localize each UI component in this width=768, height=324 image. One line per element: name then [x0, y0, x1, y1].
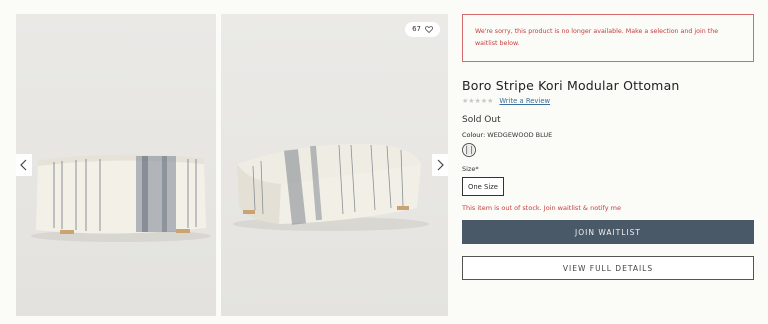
- colour-swatch-wedgewood-blue[interactable]: [462, 143, 476, 157]
- heart-icon: [425, 26, 433, 33]
- favorite-count: 67: [412, 25, 421, 33]
- favorite-badge[interactable]: 67: [405, 22, 440, 37]
- colour-row: Colour: WEDGEWOOD BLUE: [462, 131, 754, 139]
- out-of-stock-message: This item is out of stock. Join waitlist…: [462, 204, 621, 212]
- rating-row: ★★★★★ Write a Review: [462, 96, 754, 106]
- next-image-button[interactable]: [432, 154, 448, 176]
- previous-image-button[interactable]: [16, 154, 32, 176]
- rating-stars: ★★★★★: [462, 97, 494, 105]
- colour-label: Colour:: [462, 131, 486, 139]
- swatch-pattern: [464, 145, 474, 155]
- ottoman-front-image: [16, 14, 216, 316]
- join-waitlist-button[interactable]: JOIN WAITLIST: [462, 220, 754, 244]
- product-image-front[interactable]: [16, 14, 216, 316]
- product-title: Boro Stripe Kori Modular Ottoman: [462, 78, 680, 93]
- stock-status: Sold Out: [462, 115, 501, 125]
- product-image-angle[interactable]: 67: [221, 14, 448, 316]
- unavailable-notice: We're sorry, this product is no longer a…: [462, 14, 754, 62]
- chevron-left-icon: [20, 159, 27, 171]
- chevron-right-icon: [437, 159, 444, 171]
- size-label: Size*: [462, 165, 479, 173]
- product-gallery: 67: [16, 14, 448, 316]
- write-review-link[interactable]: Write a Review: [499, 97, 550, 105]
- colour-value: WEDGEWOOD BLUE: [487, 131, 553, 139]
- view-full-details-button[interactable]: VIEW FULL DETAILS: [462, 256, 754, 280]
- ottoman-angle-image: [221, 14, 448, 316]
- size-option-one-size[interactable]: One Size: [462, 177, 504, 196]
- product-details-panel: We're sorry, this product is no longer a…: [462, 14, 754, 280]
- unavailable-notice-text: We're sorry, this product is no longer a…: [475, 28, 719, 47]
